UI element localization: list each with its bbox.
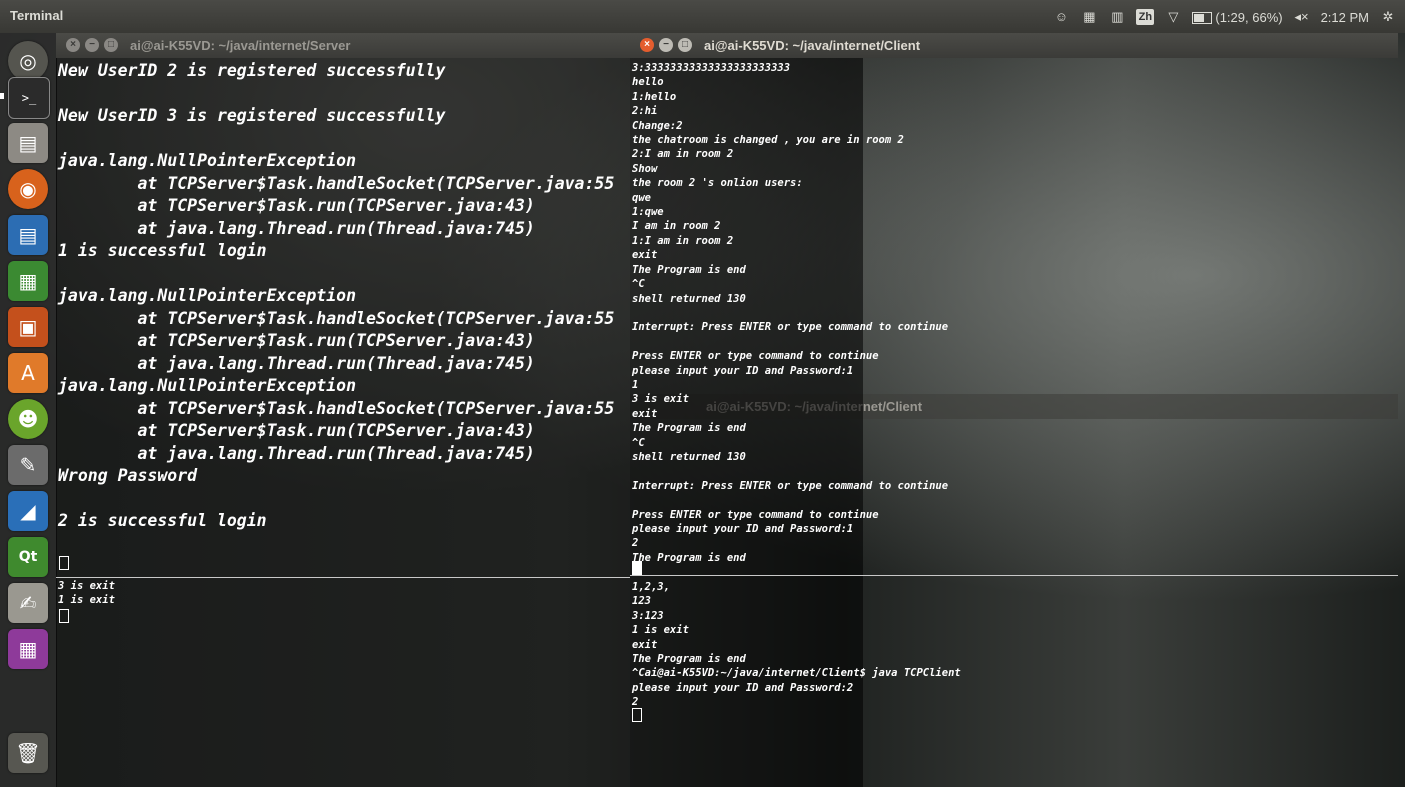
- pidgin-icon[interactable]: ☻: [8, 399, 48, 439]
- ubuntu-dash-icon[interactable]: ◎: [8, 41, 48, 81]
- terminal-cursor: [632, 708, 642, 722]
- keyboard-icon[interactable]: ▥: [1108, 8, 1126, 26]
- server-terminal-window[interactable]: × − □ ai@ai-K55VD: ~/java/internet/Serve…: [56, 33, 630, 787]
- messaging-icon[interactable]: ☺: [1052, 8, 1070, 26]
- calc-icon[interactable]: ▦: [8, 261, 48, 301]
- top-panel: Terminal ☺ ▦ ▥ Zh ▽ (1:29, 66%) ◂× 2:12 …: [0, 0, 1405, 33]
- pane-divider[interactable]: [630, 575, 1398, 576]
- battery-icon: [1192, 12, 1213, 25]
- volume-icon[interactable]: ◂×: [1293, 8, 1311, 26]
- network-icon[interactable]: ▽: [1164, 8, 1182, 26]
- client-terminal-window[interactable]: × − □ ai@ai-K55VD: ~/java/internet/Clien…: [630, 33, 1398, 787]
- maximize-icon[interactable]: □: [104, 38, 118, 52]
- client-lower-output[interactable]: 1,2,3, 123 3:123 1 is exit exit The Prog…: [632, 580, 961, 710]
- maximize-icon[interactable]: □: [678, 38, 692, 52]
- system-tray: ☺ ▦ ▥ Zh ▽ (1:29, 66%) ◂× 2:12 PM ✲: [1052, 6, 1397, 28]
- minimize-icon[interactable]: −: [85, 38, 99, 52]
- matlab-icon[interactable]: ◢: [8, 491, 48, 531]
- firefox-icon[interactable]: ◉: [8, 169, 48, 209]
- battery-indicator[interactable]: (1:29, 66%): [1192, 9, 1283, 25]
- client-titlebar[interactable]: × − □ ai@ai-K55VD: ~/java/internet/Clien…: [630, 33, 1398, 58]
- clock[interactable]: 2:12 PM: [1321, 10, 1369, 25]
- server-lower-output[interactable]: 3 is exit 1 is exit: [58, 579, 115, 608]
- calendar-icon[interactable]: ▦: [1080, 8, 1098, 26]
- text-editor-icon[interactable]: ✍: [8, 583, 48, 623]
- software-center-icon[interactable]: A: [8, 353, 48, 393]
- writer-icon[interactable]: ▤: [8, 215, 48, 255]
- input-method-icon[interactable]: Zh: [1136, 9, 1155, 25]
- window-controls: × − □: [640, 38, 692, 52]
- settings-icon[interactable]: ✎: [8, 445, 48, 485]
- client-output[interactable]: 3:33333333333333333333333 hello 1:hello …: [632, 61, 948, 565]
- close-icon[interactable]: ×: [66, 38, 80, 52]
- active-app-title: Terminal: [10, 8, 64, 23]
- terminal-icon[interactable]: >_: [8, 77, 50, 119]
- running-indicator: [0, 93, 4, 99]
- minimize-icon[interactable]: −: [659, 38, 673, 52]
- workspace-switcher-icon[interactable]: ▦: [8, 629, 48, 669]
- window-title: ai@ai-K55VD: ~/java/internet/Server: [130, 38, 351, 53]
- close-icon[interactable]: ×: [640, 38, 654, 52]
- impress-icon[interactable]: ▣: [8, 307, 48, 347]
- server-titlebar[interactable]: × − □ ai@ai-K55VD: ~/java/internet/Serve…: [56, 33, 630, 58]
- window-controls: × − □: [66, 38, 118, 52]
- terminal-cursor: [59, 609, 69, 623]
- qt-creator-icon[interactable]: Qt: [8, 537, 48, 577]
- terminal-cursor: [59, 556, 69, 570]
- file-manager-icon[interactable]: ▤: [8, 123, 48, 163]
- session-gear-icon[interactable]: ✲: [1379, 8, 1397, 26]
- server-output[interactable]: New UserID 2 is registered successfully …: [58, 60, 614, 533]
- terminal-cursor: [632, 561, 642, 575]
- trash-icon[interactable]: 🗑: [8, 733, 48, 773]
- launcher: ◎ >_ ▤ ◉ ▤ ▦ ▣ A ☻ ✎ ◢ Qt ✍ ▦ 🗑: [0, 33, 57, 787]
- window-title: ai@ai-K55VD: ~/java/internet/Client: [704, 38, 921, 53]
- pane-divider[interactable]: [56, 577, 630, 578]
- battery-text: (1:29, 66%): [1215, 9, 1283, 25]
